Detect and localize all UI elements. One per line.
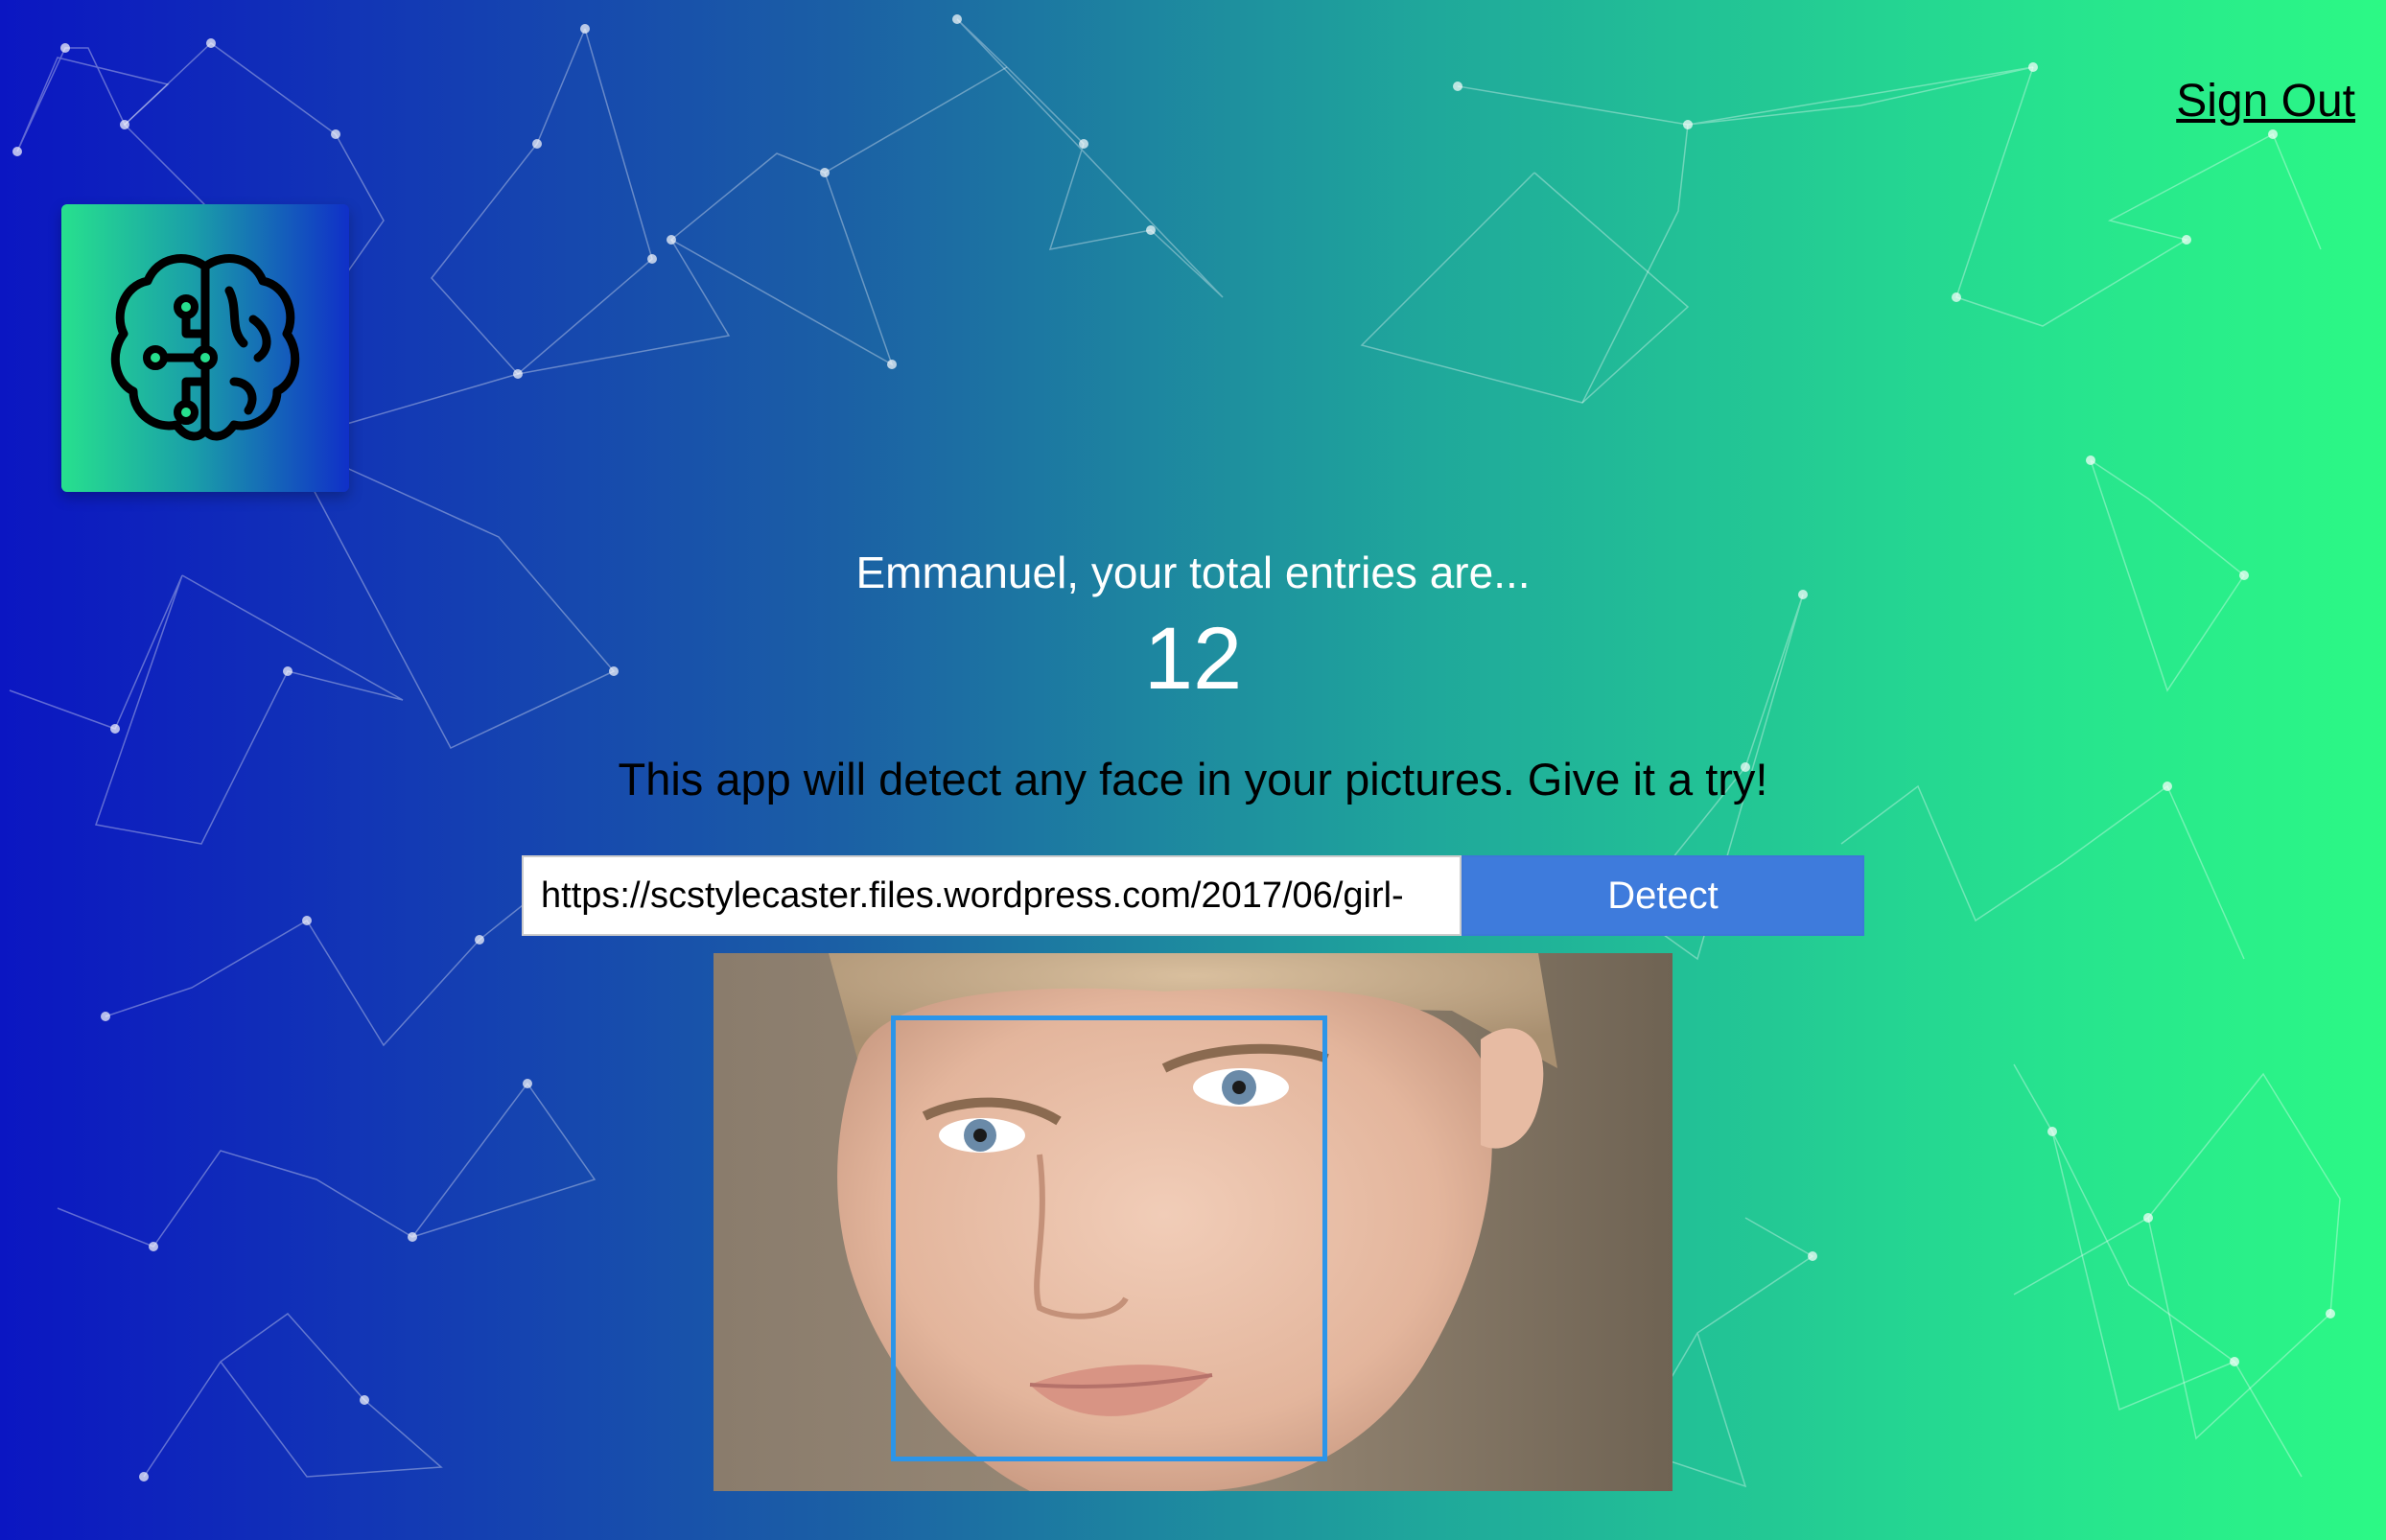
- sign-out-link[interactable]: Sign Out: [2176, 75, 2355, 128]
- entries-count: 12: [1143, 610, 1243, 708]
- image-url-input[interactable]: [522, 855, 1462, 936]
- face-bounding-box: [891, 1015, 1327, 1461]
- app-description: This app will detect any face in your pi…: [618, 754, 1768, 805]
- result-image: [713, 953, 1673, 1491]
- logo[interactable]: [61, 204, 349, 492]
- brain-circuit-icon: [110, 254, 300, 441]
- image-link-form: Detect: [522, 855, 1864, 936]
- entries-label: Emmanuel, your total entries are...: [855, 548, 1531, 597]
- detect-button[interactable]: Detect: [1462, 855, 1864, 936]
